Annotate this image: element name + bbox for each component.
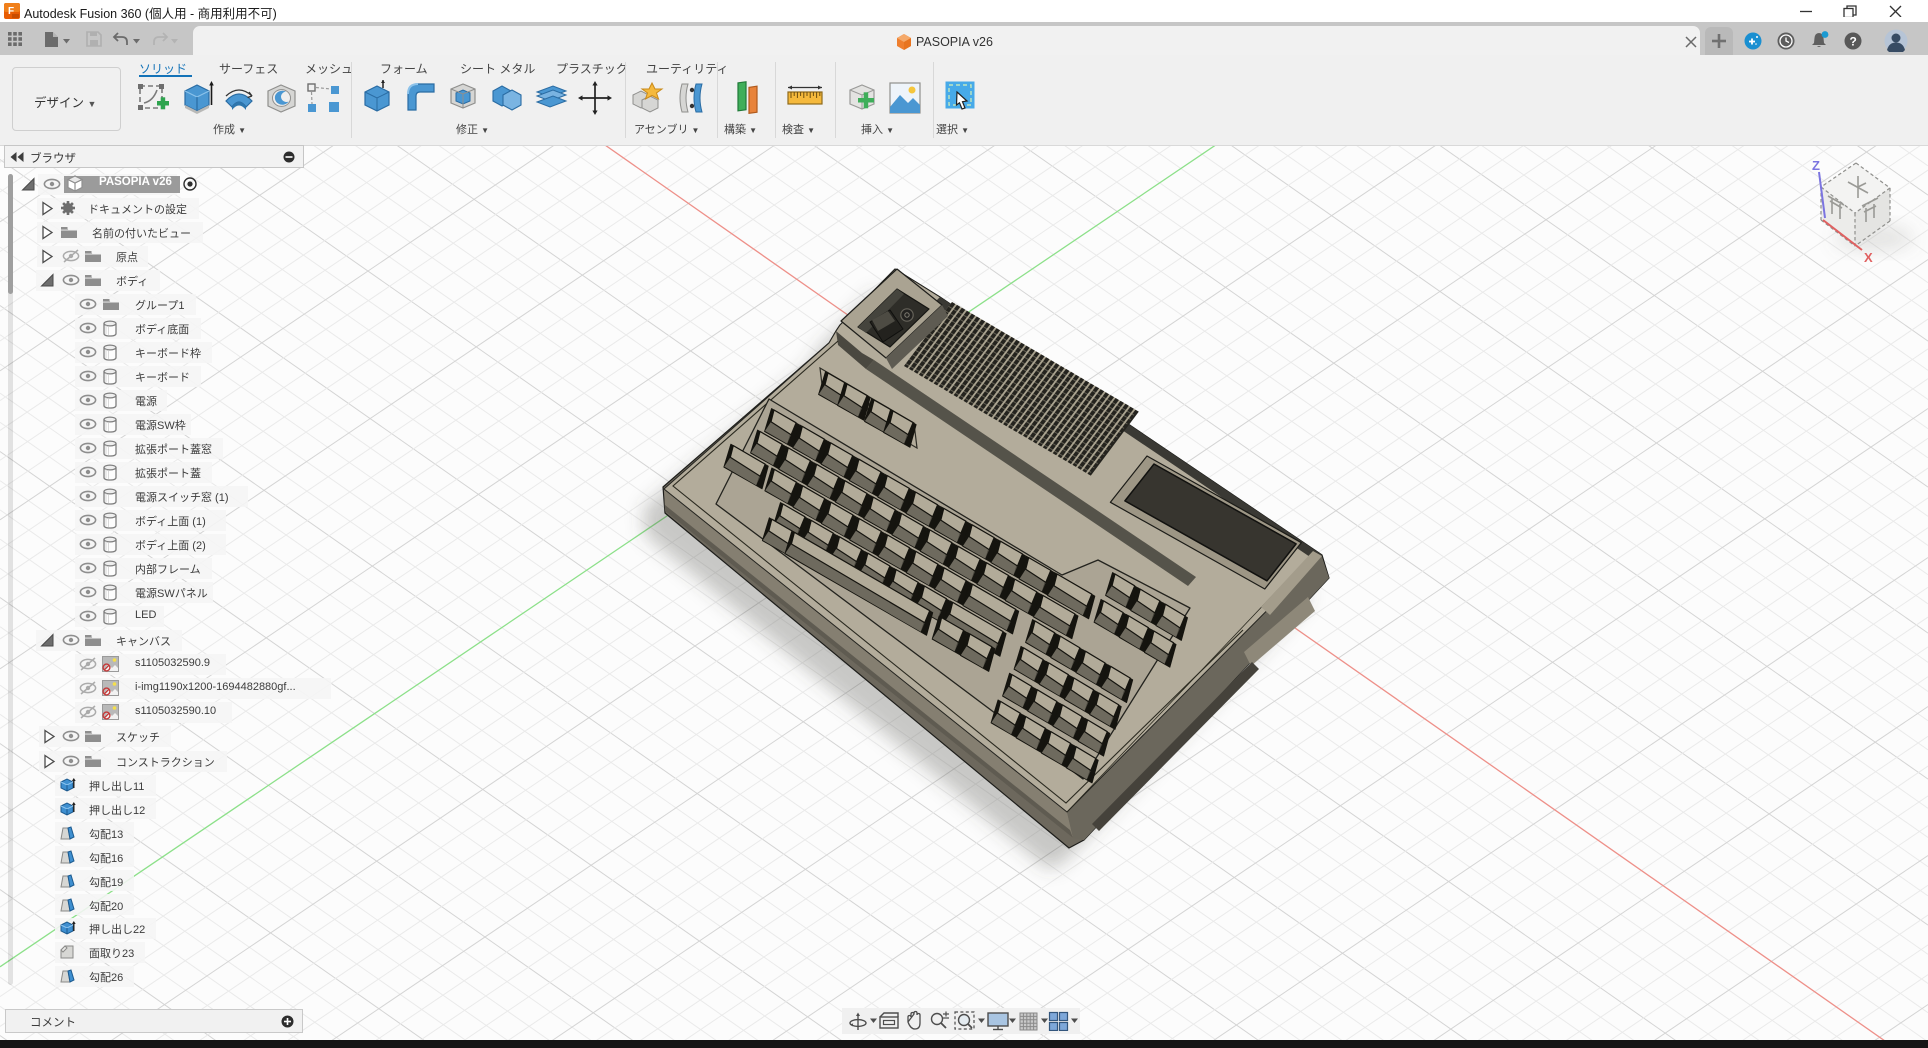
svg-text:Z: Z <box>1812 158 1820 173</box>
svg-text:X: X <box>1864 250 1873 265</box>
svg-text:?: ? <box>1850 35 1857 49</box>
